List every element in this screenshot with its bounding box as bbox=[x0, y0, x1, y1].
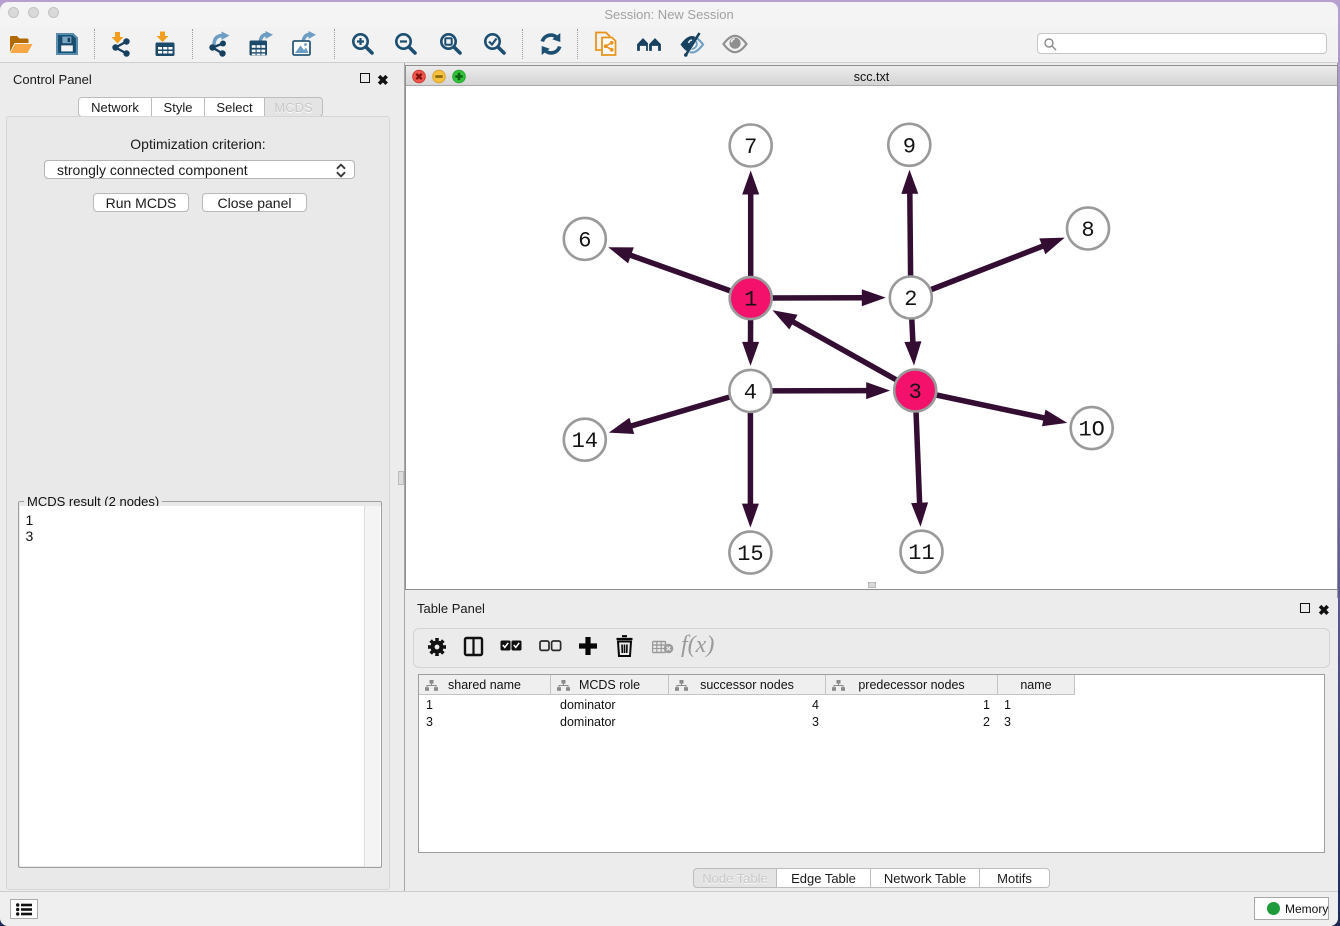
svg-text:4: 4 bbox=[744, 380, 757, 405]
svg-text:1O: 1O bbox=[1078, 418, 1104, 443]
svg-text:15: 15 bbox=[737, 542, 763, 567]
svg-text:14: 14 bbox=[572, 429, 598, 454]
svg-text:8: 8 bbox=[1081, 218, 1094, 243]
svg-text:2: 2 bbox=[904, 287, 917, 312]
svg-text:9: 9 bbox=[903, 134, 916, 159]
svg-text:3: 3 bbox=[909, 380, 922, 405]
svg-text:11: 11 bbox=[908, 541, 934, 566]
svg-text:1: 1 bbox=[744, 288, 757, 313]
svg-text:6: 6 bbox=[578, 228, 591, 253]
svg-text:7: 7 bbox=[744, 135, 757, 160]
